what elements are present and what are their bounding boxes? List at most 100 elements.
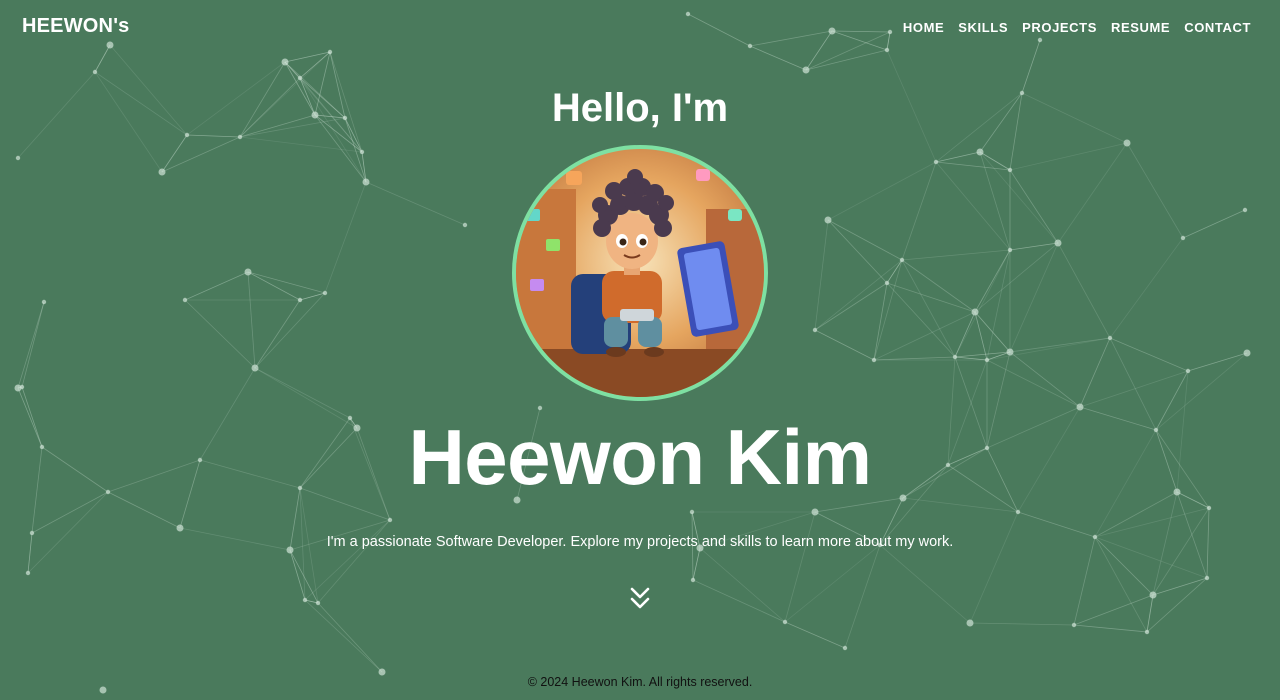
network-link <box>1079 337 1111 408</box>
network-node <box>1037 37 1043 43</box>
network-node <box>106 41 114 49</box>
network-link <box>814 282 888 331</box>
network-node <box>824 216 832 224</box>
network-node <box>1107 335 1113 341</box>
network-node <box>1123 139 1131 147</box>
network-link <box>831 30 891 33</box>
network-link <box>284 51 331 63</box>
network-node <box>899 257 905 263</box>
network-link <box>247 271 256 369</box>
nav-resume[interactable]: RESUME <box>1111 20 1170 35</box>
network-node <box>184 132 190 138</box>
network-link <box>1146 577 1208 633</box>
network-node <box>322 290 328 296</box>
network-link <box>1009 351 1081 408</box>
scroll-down-button[interactable] <box>628 586 652 612</box>
nav-projects[interactable]: PROJECTS <box>1022 20 1097 35</box>
nav-skills[interactable]: SKILLS <box>958 20 1008 35</box>
network-link <box>827 219 888 284</box>
nav-home[interactable]: HOME <box>903 20 944 35</box>
hero-name: Heewon Kim <box>408 413 872 501</box>
network-node <box>812 327 818 333</box>
network-link <box>784 621 846 649</box>
network-link <box>324 181 367 294</box>
network-link <box>974 242 1059 313</box>
network-link <box>814 329 875 361</box>
network-node <box>871 357 877 363</box>
network-link <box>1009 337 1111 353</box>
network-link <box>749 30 833 47</box>
network-node <box>537 405 543 411</box>
network-link <box>317 519 391 604</box>
network-node <box>1007 247 1013 253</box>
network-link <box>692 579 786 623</box>
nav-contact[interactable]: CONTACT <box>1184 20 1251 35</box>
network-link <box>886 31 891 51</box>
network-node <box>952 354 958 360</box>
network-link <box>687 13 751 47</box>
network-node <box>297 75 303 81</box>
network-link <box>365 181 466 226</box>
network-node <box>14 384 22 392</box>
network-link <box>1126 142 1184 239</box>
avatar-illustration <box>516 169 764 397</box>
network-node <box>327 49 333 55</box>
network-node <box>747 43 753 49</box>
network-node <box>689 509 695 515</box>
network-node <box>685 11 691 17</box>
network-link <box>969 622 1075 626</box>
network-link <box>304 519 391 601</box>
network-link <box>254 367 351 419</box>
network-link <box>969 511 1019 624</box>
network-link <box>831 30 888 51</box>
network-node <box>1149 591 1157 599</box>
network-node <box>244 268 252 276</box>
network-node <box>971 308 979 316</box>
network-link <box>317 602 383 673</box>
network-link <box>247 271 301 301</box>
network-link <box>1094 507 1210 538</box>
network-link <box>1152 507 1210 596</box>
network-link <box>784 511 816 623</box>
network-node <box>182 297 188 303</box>
hero-greeting: Hello, I'm <box>551 86 729 130</box>
network-node <box>1006 348 1014 356</box>
network-link <box>814 259 903 331</box>
network-link <box>1073 536 1096 626</box>
network-link <box>974 249 1011 313</box>
network-node <box>828 27 836 35</box>
network-link <box>901 161 937 261</box>
network-link <box>986 337 1111 361</box>
network-link <box>1057 142 1128 244</box>
network-node <box>811 508 819 516</box>
network-link <box>17 301 45 389</box>
network-node <box>1185 368 1191 374</box>
network-node <box>1242 207 1248 213</box>
network-node <box>1243 349 1251 357</box>
footer-copyright: © 2024 Heewon Kim. All rights reserved. <box>527 675 753 689</box>
network-link <box>254 299 301 369</box>
network-link <box>254 292 326 369</box>
network-link <box>1187 352 1248 372</box>
network-link <box>979 151 1059 244</box>
double-chevron-down-icon <box>630 587 650 609</box>
network-node <box>158 168 166 176</box>
network-link <box>1009 242 1059 353</box>
network-link <box>1009 142 1128 171</box>
network-link <box>1094 536 1148 633</box>
network-node <box>462 222 468 228</box>
network-node <box>281 58 289 66</box>
network-link <box>1182 209 1246 239</box>
network-link <box>1152 577 1208 596</box>
network-link <box>184 271 249 301</box>
network-link <box>94 44 111 73</box>
network-link <box>1109 337 1189 372</box>
network-node <box>1180 235 1186 241</box>
network-node <box>1076 403 1084 411</box>
network-node <box>984 357 990 363</box>
network-node <box>359 149 365 155</box>
network-link <box>814 219 829 331</box>
network-link <box>184 299 256 369</box>
site-logo[interactable]: HEEWON's <box>22 15 129 38</box>
network-link <box>304 599 383 673</box>
